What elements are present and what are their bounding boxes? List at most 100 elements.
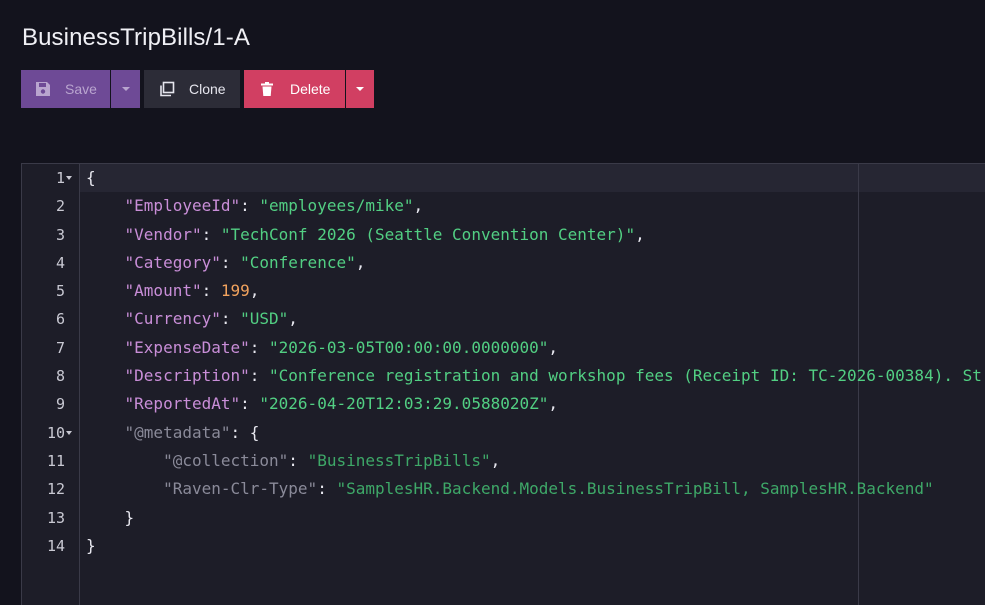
code-line[interactable]: 14}: [22, 532, 985, 560]
punctuation: :: [220, 309, 241, 329]
code-text: "Amount": 199,: [86, 277, 260, 305]
code-text: "ReportedAt": "2026-04-20T12:03:29.05880…: [86, 390, 558, 418]
code-text: {: [86, 164, 96, 192]
trailing-comma: ,: [413, 196, 424, 216]
line-number: 8: [55, 367, 65, 386]
document-toolbar: Save Clone Delete: [21, 70, 374, 108]
line-number: 5: [55, 282, 65, 301]
code-line[interactable]: 12 "Raven-Clr-Type": "SamplesHR.Backend.…: [22, 475, 985, 503]
line-number: 7: [55, 338, 65, 357]
json-key: "Description": [124, 366, 250, 386]
code-text: "@collection": "BusinessTripBills",: [86, 447, 500, 475]
code-line[interactable]: 8 "Description": "Conference registratio…: [22, 362, 985, 390]
line-number: 12: [46, 480, 65, 499]
open-brace: {: [249, 422, 260, 442]
code-line[interactable]: 9 "ReportedAt": "2026-04-20T12:03:29.058…: [22, 390, 985, 418]
delete-button[interactable]: Delete: [244, 70, 345, 108]
punctuation: :: [317, 479, 337, 499]
json-key: "ReportedAt": [124, 394, 241, 414]
code-line[interactable]: 6 "Currency": "USD",: [22, 305, 985, 333]
save-button[interactable]: Save: [21, 70, 110, 108]
save-options-dropdown[interactable]: [111, 70, 140, 108]
json-editor[interactable]: 1{2 "EmployeeId": "employees/mike", 3 "Ve…: [21, 163, 985, 605]
delete-button-label: Delete: [290, 81, 331, 97]
punctuation: :: [220, 252, 241, 272]
json-key: "Currency": [124, 309, 221, 329]
line-number: 14: [46, 536, 65, 555]
fold-toggle-icon[interactable]: [66, 176, 72, 180]
line-number: 10: [46, 423, 65, 442]
code-text: "EmployeeId": "employees/mike",: [86, 192, 424, 220]
code-lines[interactable]: 1{2 "EmployeeId": "employees/mike", 3 "Ve…: [22, 164, 985, 560]
trailing-comma: ,: [548, 337, 559, 357]
json-key: "Amount": [124, 281, 202, 301]
punctuation: :: [230, 422, 250, 442]
metadata-key: "@metadata": [124, 422, 231, 442]
trailing-comma: ,: [355, 252, 366, 272]
line-number: 1: [55, 169, 65, 187]
trailing-comma: ,: [548, 394, 559, 414]
json-key: "ExpenseDate": [124, 337, 250, 357]
code-text: "Category": "Conference",: [86, 249, 366, 277]
json-string-value: "2026-04-20T12:03:29.0588020Z": [259, 394, 549, 414]
floppy-disk-icon: [35, 81, 51, 97]
delete-options-dropdown[interactable]: [346, 70, 374, 108]
fold-toggle-icon[interactable]: [66, 430, 72, 435]
close-brace: }: [86, 535, 96, 555]
code-text: "Raven-Clr-Type": "SamplesHR.Backend.Mod…: [86, 475, 934, 503]
code-text: "ExpenseDate": "2026-03-05T00:00:00.0000…: [86, 334, 559, 362]
code-text: }: [86, 532, 96, 560]
close-brace: }: [124, 507, 135, 527]
line-number: 13: [46, 508, 65, 527]
trailing-comma: ,: [288, 309, 298, 329]
chevron-down-icon: [121, 87, 130, 91]
chevron-down-icon: [356, 87, 364, 91]
punctuation: :: [249, 337, 270, 357]
punctuation: :: [201, 224, 221, 244]
code-line[interactable]: 13 }: [22, 504, 985, 532]
open-brace: {: [86, 168, 96, 187]
punctuation: :: [249, 366, 270, 386]
line-number: 2: [55, 197, 65, 216]
punctuation: :: [240, 394, 260, 414]
json-string-value: "USD": [240, 309, 289, 329]
copy-icon: [159, 81, 175, 97]
line-number: 6: [55, 310, 65, 329]
code-text: "@metadata": {: [86, 419, 260, 447]
trash-icon: [259, 81, 275, 97]
json-string-value: "employees/mike": [259, 196, 414, 216]
code-line[interactable]: 11 "@collection": "BusinessTripBills",: [22, 447, 985, 475]
code-line[interactable]: 10 "@metadata": {: [22, 419, 985, 447]
code-line[interactable]: 7 "ExpenseDate": "2026-03-05T00:00:00.00…: [22, 334, 985, 362]
line-number: 4: [55, 253, 65, 272]
json-key: "EmployeeId": [124, 196, 241, 216]
code-line[interactable]: 5 "Amount": 199,: [22, 277, 985, 305]
code-line[interactable]: 2 "EmployeeId": "employees/mike",: [22, 192, 985, 220]
code-line[interactable]: 1{: [22, 164, 985, 192]
json-string-value: "Conference": [240, 252, 356, 272]
code-text: "Currency": "USD",: [86, 305, 298, 333]
code-line[interactable]: 3 "Vendor": "TechConf 2026 (Seattle Conv…: [22, 221, 985, 249]
trailing-comma: ,: [635, 224, 645, 244]
clone-button[interactable]: Clone: [144, 70, 240, 108]
metadata-string-value: "BusinessTripBills": [307, 450, 491, 470]
json-key: "Category": [124, 252, 221, 272]
line-number: 3: [55, 225, 65, 244]
code-line[interactable]: 4 "Category": "Conference",: [22, 249, 985, 277]
line-number: 11: [46, 451, 65, 470]
json-number-value: 199: [220, 281, 250, 301]
punctuation: :: [201, 281, 221, 301]
trailing-comma: ,: [490, 450, 501, 470]
code-text: "Description": "Conference registration …: [86, 362, 982, 390]
metadata-string-value: "SamplesHR.Backend.Models.BusinessTripBi…: [336, 479, 934, 499]
clone-button-label: Clone: [189, 81, 226, 97]
save-button-label: Save: [65, 81, 97, 97]
